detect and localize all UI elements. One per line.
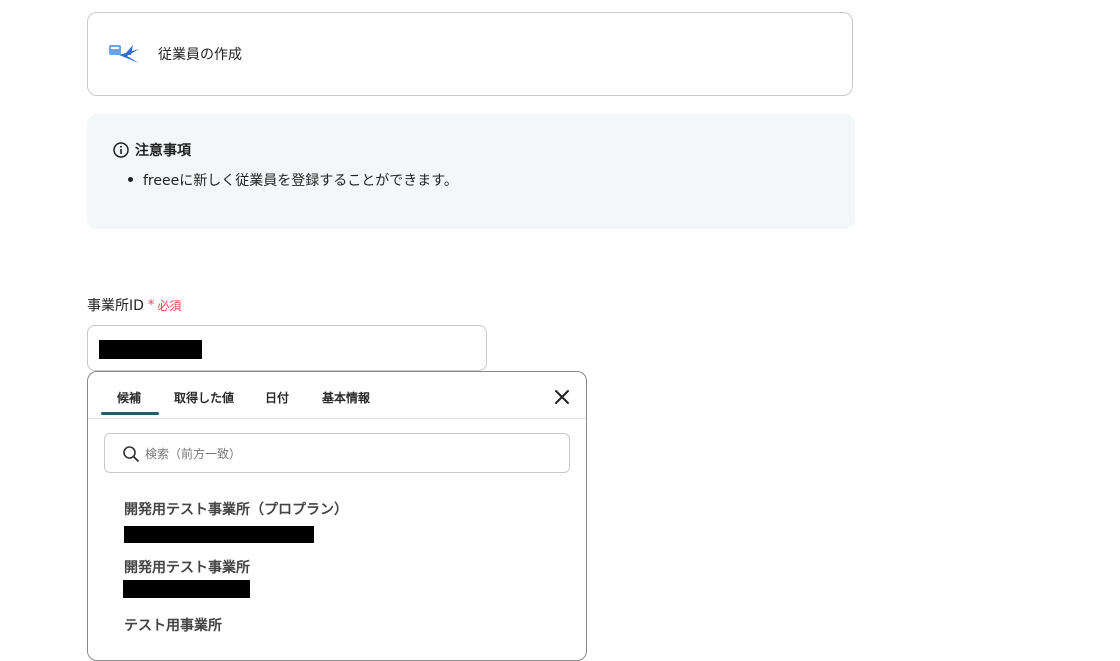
notice-box: 注意事項 freeeに新しく従業員を登録することができます。: [87, 114, 855, 229]
operation-card: 従業員の作成: [87, 12, 853, 96]
notice-list: freeeに新しく従業員を登録することができます。: [125, 170, 458, 190]
redacted-value: [99, 340, 202, 359]
tab-candidates[interactable]: 候補: [117, 389, 141, 406]
operation-title: 従業員の作成: [158, 47, 242, 63]
redacted-option-id: [123, 580, 250, 598]
active-tab-indicator: [101, 412, 159, 415]
search-input[interactable]: [143, 442, 547, 466]
redacted-option-id: [124, 526, 314, 543]
field-label-office-id: 事業所ID * 必須: [87, 295, 181, 315]
popover-tabs: 候補 取得した値 日付 基本情報: [88, 372, 586, 419]
search-icon: [123, 446, 139, 462]
search-box: [104, 433, 570, 473]
tab-basic-info[interactable]: 基本情報: [322, 389, 370, 406]
notice-header: 注意事項: [113, 140, 191, 160]
tab-fetched-values[interactable]: 取得した値: [174, 389, 234, 406]
option-item[interactable]: 開発用テスト事業所: [124, 557, 250, 577]
notice-item: freeeに新しく従業員を登録することができます。: [125, 170, 458, 190]
field-label-text: 事業所ID: [87, 298, 144, 314]
info-icon: [113, 142, 129, 158]
suggestion-popover: 候補 取得した値 日付 基本情報 開発用テスト事業所（プロプラン） 開発用テスト…: [87, 371, 587, 661]
freee-app-icon: [106, 39, 142, 69]
option-item[interactable]: テスト用事業所: [124, 615, 222, 635]
notice-title: 注意事項: [135, 143, 191, 159]
required-text: 必須: [157, 298, 182, 313]
tab-date[interactable]: 日付: [265, 389, 289, 406]
required-asterisk: *: [147, 297, 155, 313]
option-item[interactable]: 開発用テスト事業所（プロプラン）: [124, 499, 348, 519]
office-id-input[interactable]: [87, 325, 487, 371]
close-icon[interactable]: [553, 388, 571, 406]
